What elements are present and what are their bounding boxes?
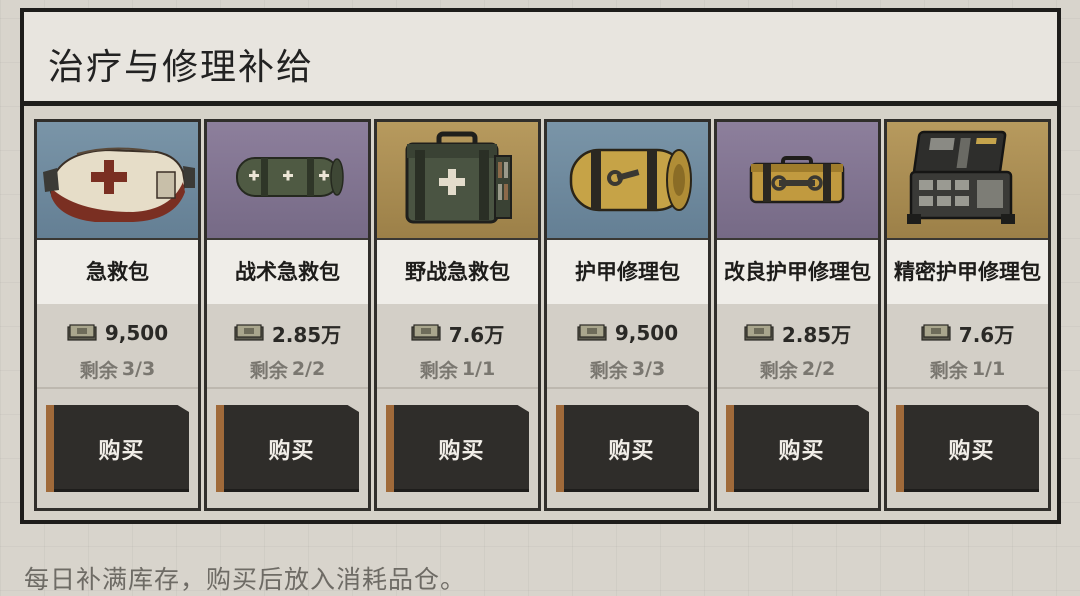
remaining-count: 1/1	[461, 358, 496, 380]
item-card: 战术急救包 2.85万 剩余 2/2 购买	[204, 119, 371, 511]
remaining-stock: 剩余 2/2	[207, 354, 368, 384]
remaining-stock: 剩余 1/1	[887, 354, 1048, 384]
price-row: 7.6万	[377, 318, 538, 348]
buy-button[interactable]: 购买	[46, 405, 189, 492]
buy-button[interactable]: 购买	[216, 405, 359, 492]
cash-icon	[67, 324, 97, 341]
item-price: 9,500	[104, 321, 169, 345]
divider	[547, 387, 708, 389]
price-row: 2.85万	[717, 318, 878, 348]
supply-panel: 治疗与修理补给 急救包 9,500 剩余 3/3 购买 战术急救包 2.85万 …	[20, 8, 1061, 524]
cash-icon	[234, 324, 264, 341]
remaining-stock: 剩余 1/1	[377, 354, 538, 384]
remaining-count: 3/3	[631, 358, 666, 380]
panel-header: 治疗与修理补给	[24, 12, 1057, 106]
item-price: 7.6万	[448, 322, 505, 347]
remaining-label: 剩余	[79, 359, 118, 382]
cash-icon	[921, 324, 951, 341]
item-card-list: 急救包 9,500 剩余 3/3 购买 战术急救包 2.85万 剩余 2/2 购…	[34, 119, 1051, 514]
price-row: 2.85万	[207, 318, 368, 348]
item-card: 急救包 9,500 剩余 3/3 购买	[34, 119, 201, 511]
item-card: 精密护甲修理包 7.6万 剩余 1/1 购买	[884, 119, 1051, 511]
panel-title: 治疗与修理补给	[48, 47, 315, 88]
remaining-label: 剩余	[249, 359, 288, 382]
item-name: 野战急救包	[377, 240, 538, 304]
item-name: 改良护甲修理包	[717, 240, 878, 304]
precision-repair-kit-icon	[887, 122, 1048, 240]
cash-icon	[411, 324, 441, 341]
remaining-label: 剩余	[929, 359, 968, 382]
price-row: 9,500	[37, 318, 198, 348]
buy-button[interactable]: 购买	[556, 405, 699, 492]
item-name: 战术急救包	[207, 240, 368, 304]
item-price: 7.6万	[958, 322, 1015, 347]
buy-button[interactable]: 购买	[896, 405, 1039, 492]
item-price: 2.85万	[271, 322, 342, 347]
remaining-count: 3/3	[121, 358, 156, 380]
divider	[887, 387, 1048, 389]
cash-icon	[744, 324, 774, 341]
item-card: 护甲修理包 9,500 剩余 3/3 购买	[544, 119, 711, 511]
divider	[717, 387, 878, 389]
divider	[207, 387, 368, 389]
cash-icon	[577, 324, 607, 341]
item-name: 护甲修理包	[547, 240, 708, 304]
armor-repair-roll-icon	[547, 122, 708, 240]
item-price: 9,500	[614, 321, 679, 345]
remaining-stock: 剩余 2/2	[717, 354, 878, 384]
remaining-stock: 剩余 3/3	[37, 354, 198, 384]
buy-button[interactable]: 购买	[386, 405, 529, 492]
price-row: 9,500	[547, 318, 708, 348]
remaining-label: 剩余	[419, 359, 458, 382]
divider	[37, 387, 198, 389]
first-aid-pouch-icon	[37, 122, 198, 240]
remaining-label: 剩余	[589, 359, 628, 382]
item-card: 野战急救包 7.6万 剩余 1/1 购买	[374, 119, 541, 511]
field-medkit-case-icon	[377, 122, 538, 240]
remaining-count: 2/2	[291, 358, 326, 380]
item-card: 改良护甲修理包 2.85万 剩余 2/2 购买	[714, 119, 881, 511]
remaining-count: 2/2	[801, 358, 836, 380]
improved-repair-case-icon	[717, 122, 878, 240]
price-row: 7.6万	[887, 318, 1048, 348]
divider	[377, 387, 538, 389]
item-name: 精密护甲修理包	[887, 240, 1048, 304]
remaining-stock: 剩余 3/3	[547, 354, 708, 384]
tactical-medkit-roll-icon	[207, 122, 368, 240]
item-price: 2.85万	[781, 322, 852, 347]
remaining-label: 剩余	[759, 359, 798, 382]
item-name: 急救包	[37, 240, 198, 304]
buy-button[interactable]: 购买	[726, 405, 869, 492]
remaining-count: 1/1	[971, 358, 1006, 380]
